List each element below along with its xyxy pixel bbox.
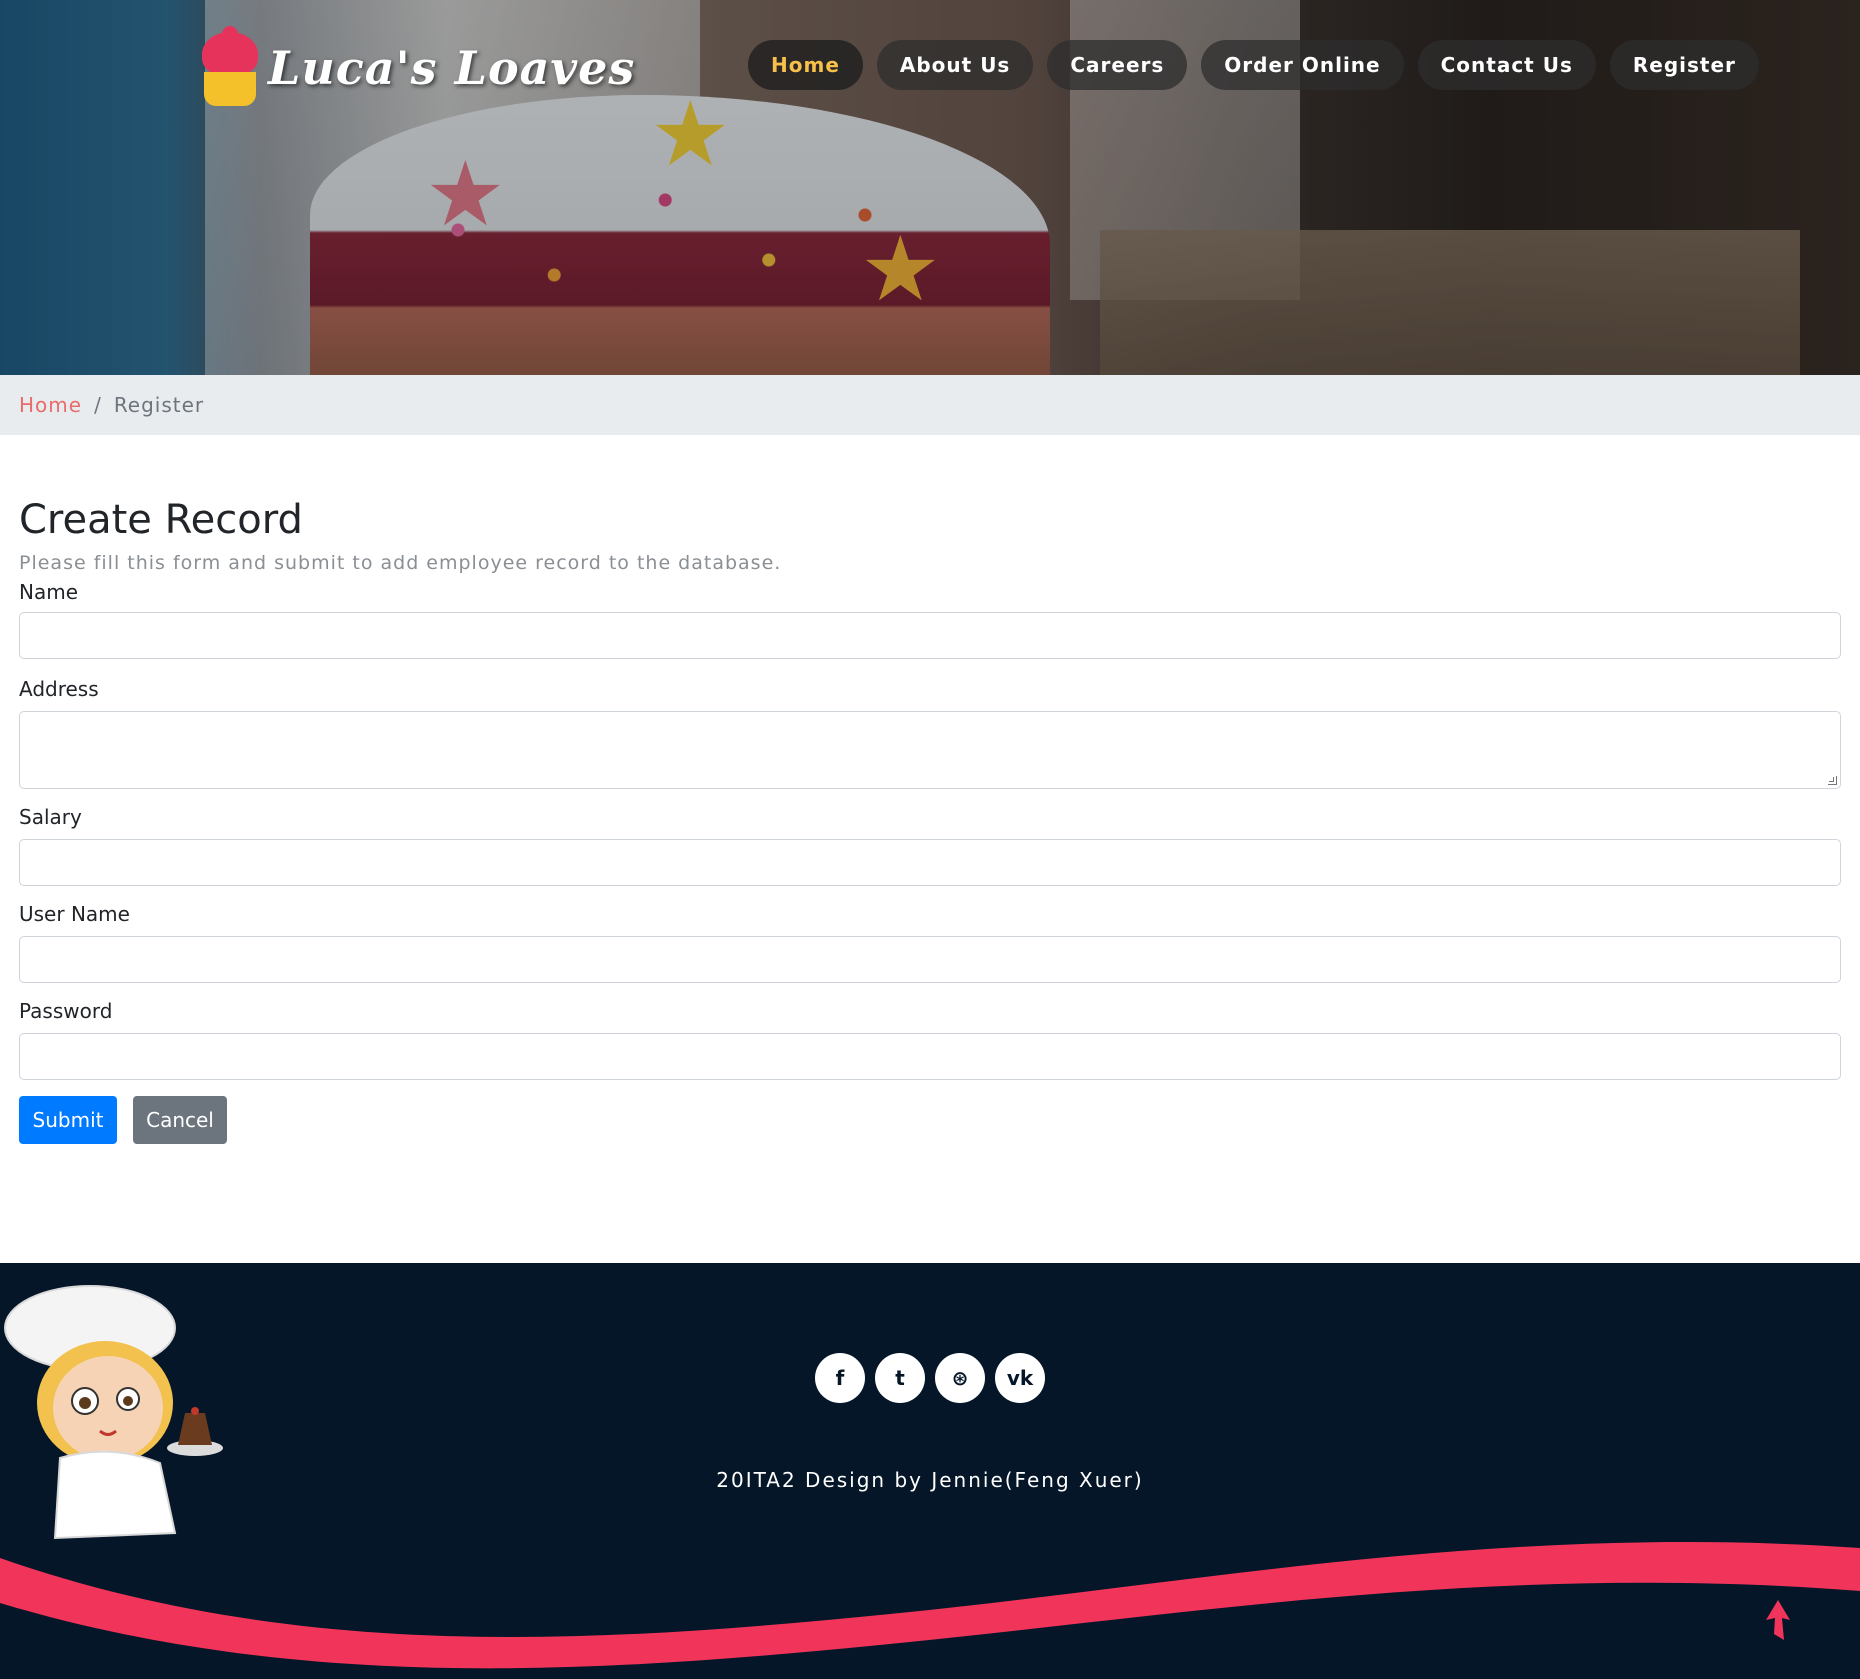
brand-name: Luca's Loaves: [268, 41, 636, 95]
username-input[interactable]: [19, 936, 1841, 983]
name-field-group: Name: [19, 578, 1841, 659]
back-to-top-arrow-icon[interactable]: [1760, 1598, 1796, 1642]
name-input[interactable]: [19, 612, 1841, 659]
brand-logo[interactable]: Luca's Loaves: [198, 26, 636, 108]
cancel-button[interactable]: Cancel: [133, 1096, 227, 1144]
resize-handle-icon[interactable]: [1828, 776, 1837, 785]
breadcrumb-home-link[interactable]: Home: [19, 393, 82, 417]
submit-button[interactable]: Submit: [19, 1096, 117, 1144]
address-label: Address: [19, 677, 99, 701]
nav-item-contact-us[interactable]: Contact Us: [1417, 40, 1596, 90]
nav-item-about-us[interactable]: About Us: [876, 40, 1034, 90]
password-field-group: Password: [19, 997, 1841, 1080]
salary-field-group: Salary: [19, 803, 1841, 886]
create-record-form: Create Record Please fill this form and …: [19, 490, 1841, 1144]
address-field-group: Address: [19, 675, 1841, 789]
username-field-group: User Name: [19, 900, 1841, 983]
salary-label: Salary: [19, 805, 82, 829]
cupcake-icon: [198, 26, 262, 108]
password-label: Password: [19, 999, 113, 1023]
breadcrumb: Home / Register: [0, 375, 1860, 435]
salary-input[interactable]: [19, 839, 1841, 886]
footer-wave-decoration: [0, 1542, 1860, 1669]
password-input[interactable]: [19, 1033, 1841, 1080]
nav-item-order-online[interactable]: Order Online: [1201, 40, 1404, 90]
address-textarea[interactable]: [19, 711, 1841, 789]
twitter-icon[interactable]: t: [875, 1353, 925, 1403]
name-label: Name: [19, 580, 79, 604]
dribbble-icon[interactable]: ⊛: [935, 1353, 985, 1403]
breadcrumb-current: Register: [113, 393, 205, 417]
form-description: Please fill this form and submit to add …: [19, 552, 782, 574]
hero-banner: ★ ★ ★ Luca's Loaves Home About Us Career…: [0, 0, 1860, 375]
nav-item-careers[interactable]: Careers: [1047, 40, 1188, 90]
vk-icon[interactable]: vk: [995, 1353, 1045, 1403]
breadcrumb-separator: /: [94, 393, 102, 417]
main-nav: Home About Us Careers Order Online Conta…: [748, 40, 1759, 90]
footer-credit: 20ITA2 Design by Jennie(Feng Xuer): [716, 1468, 1144, 1492]
username-label: User Name: [19, 902, 130, 926]
page-title: Create Record: [19, 497, 303, 543]
nav-item-register[interactable]: Register: [1609, 40, 1759, 90]
site-footer: f t ⊛ vk 20ITA2 Design by Jennie(Feng Xu…: [0, 1263, 1860, 1679]
facebook-icon[interactable]: f: [815, 1353, 865, 1403]
social-links: f t ⊛ vk: [815, 1353, 1045, 1403]
nav-item-home[interactable]: Home: [748, 40, 863, 90]
